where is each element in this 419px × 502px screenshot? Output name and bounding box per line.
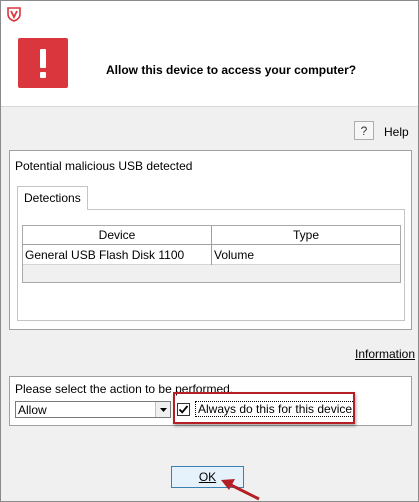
action-select[interactable]: Allow [15, 401, 171, 418]
alert-icon [18, 38, 68, 88]
tab-detections[interactable]: Detections [17, 186, 88, 210]
callout-arrow-icon [221, 479, 260, 501]
cell-type: Volume [214, 248, 255, 262]
help-link[interactable]: Help [384, 125, 409, 139]
chevron-down-icon[interactable] [155, 402, 170, 417]
column-header-device[interactable]: Device [23, 226, 211, 245]
column-header-type[interactable]: Type [212, 226, 400, 245]
detections-tab-content: Device Type General USB Flash Disk 1100 … [17, 209, 405, 321]
column-divider [211, 226, 212, 265]
ok-button-label: OK [198, 470, 217, 484]
help-icon[interactable]: ? [354, 121, 374, 140]
callout-highlight-box [173, 392, 355, 424]
cell-device: General USB Flash Disk 1100 [25, 248, 185, 262]
action-select-value: Allow [18, 403, 47, 417]
title-bar [1, 1, 418, 27]
dialog-header: Allow this device to access your compute… [1, 27, 418, 107]
detection-panel-title: Potential malicious USB detected [15, 159, 193, 173]
app-logo-icon [7, 7, 21, 22]
dialog-title: Allow this device to access your compute… [106, 63, 357, 77]
information-link[interactable]: Information [355, 347, 415, 361]
detections-table: Device Type General USB Flash Disk 1100 … [22, 225, 401, 283]
detection-panel: Potential malicious USB detected Detecti… [9, 150, 412, 330]
